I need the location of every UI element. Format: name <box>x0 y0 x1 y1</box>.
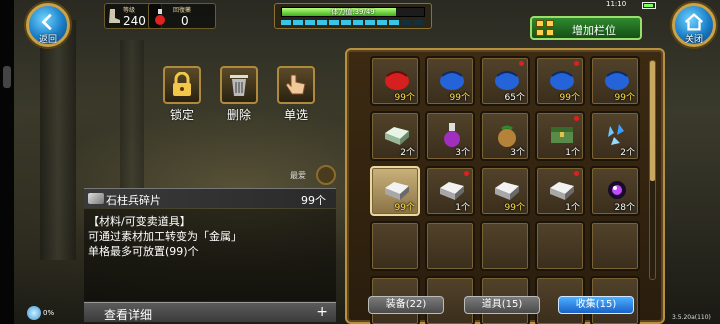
tab-items[interactable]: 道具(15) <box>464 296 540 314</box>
trash-icon <box>230 75 248 96</box>
item-desc-line: 【材料/可变卖道具】 <box>88 215 191 228</box>
slot-quantity: 99个 <box>504 203 525 213</box>
potion-stat: 回復藥 0 <box>148 3 216 29</box>
new-badge <box>574 171 579 176</box>
mp-segments <box>281 20 423 25</box>
item-desc-line: 单格最多可放置(99)个 <box>88 245 199 258</box>
inventory-slot[interactable] <box>370 221 420 271</box>
slot-quantity: 28个 <box>614 203 635 213</box>
back-arrow-icon <box>41 13 52 31</box>
view-detail-label: 查看详细 <box>104 308 153 322</box>
inventory-slot[interactable]: 99个 <box>535 56 585 106</box>
inventory-slot[interactable]: 99个 <box>370 166 420 216</box>
delete-label: 删除 <box>226 108 251 122</box>
status-percent: 0% <box>43 309 55 317</box>
potion-caption: 回復藥 <box>173 7 192 14</box>
stone-pillar <box>40 20 76 260</box>
slot-quantity: 65个 <box>504 93 525 103</box>
inventory-slot[interactable] <box>535 221 585 271</box>
inventory-slot[interactable]: 99个 <box>480 166 530 216</box>
inventory-slot[interactable]: 2个 <box>590 111 640 161</box>
edge-strip <box>0 0 14 324</box>
inventory-slot[interactable]: 1个 <box>535 111 585 161</box>
back-label: 返回 <box>38 35 57 45</box>
lock-button[interactable]: 锁定 <box>162 66 202 123</box>
battery-icon <box>642 2 656 9</box>
inventory-slot[interactable]: 65个 <box>480 56 530 106</box>
slot-quantity: 99个 <box>394 203 415 213</box>
slot-quantity: 1个 <box>565 203 580 213</box>
hp-panel: 体力值:39/49 <box>274 3 432 29</box>
inventory-slot[interactable]: 28个 <box>590 166 640 216</box>
slot-quantity: 99个 <box>394 93 415 103</box>
inventory-slot[interactable]: 2个 <box>370 111 420 161</box>
ingot-icon <box>88 193 104 204</box>
item-name: 石柱兵碎片 <box>106 194 161 207</box>
level-caption: 等级 <box>123 7 136 14</box>
slot-quantity: 1个 <box>455 203 470 213</box>
new-badge <box>574 116 579 121</box>
inventory-slot[interactable]: 3个 <box>480 111 530 161</box>
view-detail-button[interactable]: 查看详细 + <box>84 302 336 322</box>
potion-icon <box>155 9 165 25</box>
item-description: 【材料/可变卖道具】 可通过素材加工转变为「金属」 单格最多可放置(99)个 <box>84 209 336 301</box>
tab-collection[interactable]: 收集(15) <box>558 296 634 314</box>
new-badge <box>574 61 579 66</box>
clock: 11:10 <box>606 0 627 8</box>
network-status-icon <box>27 306 41 320</box>
delete-button[interactable]: 删除 <box>219 66 259 123</box>
slot-quantity: 2个 <box>400 148 415 158</box>
version-text: 3.5.20a(110) <box>672 314 711 321</box>
hp-text: 体力值:39/49 <box>331 8 375 16</box>
tab-label: 道具(15) <box>481 299 523 310</box>
boot-icon <box>109 9 120 23</box>
favorite-toggle[interactable] <box>316 165 336 185</box>
inventory-slot[interactable]: 3个 <box>425 111 475 161</box>
add-column-button[interactable]: 增加栏位 <box>530 16 642 40</box>
hand-select-icon <box>285 74 306 95</box>
scroll-thumb[interactable] <box>650 61 655 181</box>
side-handle[interactable] <box>3 66 11 88</box>
favorite-label: 最爱 <box>290 171 306 180</box>
inventory-slot[interactable]: 99个 <box>425 56 475 106</box>
grid-icon <box>536 20 554 36</box>
inventory-slot[interactable] <box>480 221 530 271</box>
lock-icon <box>173 72 191 96</box>
level-value: 240 <box>123 14 146 28</box>
tab-equipment[interactable]: 装备(22) <box>368 296 444 314</box>
inventory-slot[interactable] <box>590 221 640 271</box>
new-badge <box>464 171 469 176</box>
item-count: 99个 <box>301 194 326 207</box>
home-icon <box>684 13 704 31</box>
inventory-slot[interactable] <box>425 221 475 271</box>
add-column-label: 增加栏位 <box>572 24 616 37</box>
single-select-button[interactable]: 单选 <box>276 66 316 123</box>
inventory-slot[interactable]: 99个 <box>370 56 420 106</box>
item-info-header: 石柱兵碎片 99个 <box>84 188 336 208</box>
close-label: 关闭 <box>684 35 703 45</box>
inventory-slot[interactable]: 1个 <box>425 166 475 216</box>
lock-label: 锁定 <box>169 108 194 122</box>
plus-icon: + <box>316 304 328 320</box>
slot-quantity: 3个 <box>455 148 470 158</box>
inventory-slot[interactable]: 1个 <box>535 166 585 216</box>
inventory-scrollbar[interactable] <box>649 60 656 280</box>
tab-label: 装备(22) <box>385 299 427 310</box>
item-desc-line: 可通过素材加工转变为「金属」 <box>88 230 242 243</box>
slot-quantity: 99个 <box>559 93 580 103</box>
slot-quantity: 1个 <box>565 148 580 158</box>
tab-label: 收集(15) <box>575 299 617 310</box>
stone-pillar <box>120 40 144 190</box>
slot-quantity: 99个 <box>614 93 635 103</box>
inventory-slot[interactable]: 99个 <box>590 56 640 106</box>
slot-quantity: 99个 <box>449 93 470 103</box>
potion-value: 0 <box>181 14 189 28</box>
new-badge <box>519 61 524 66</box>
slot-quantity: 2个 <box>620 148 635 158</box>
single-select-label: 单选 <box>283 108 308 122</box>
hp-bar: 体力值:39/49 <box>281 7 425 17</box>
slot-quantity: 3个 <box>510 148 525 158</box>
